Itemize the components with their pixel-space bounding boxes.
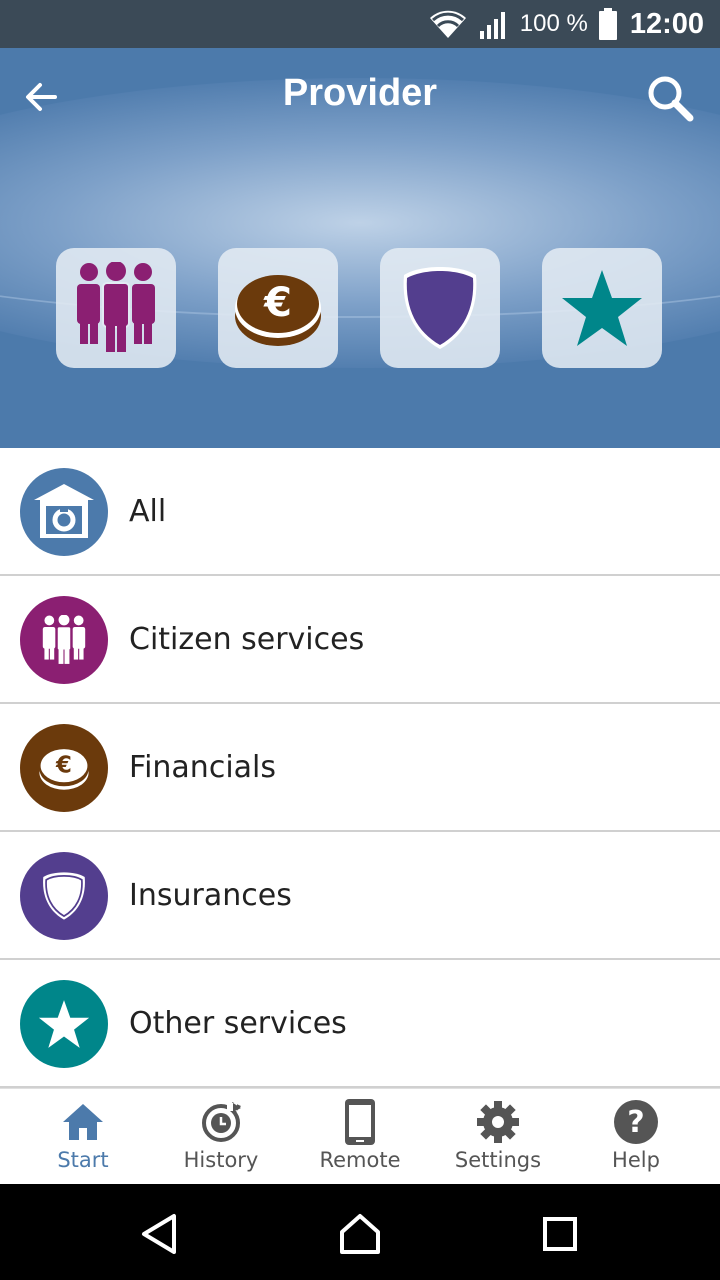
wifi-icon bbox=[428, 8, 468, 40]
tile-financials[interactable]: € bbox=[218, 248, 338, 368]
nav-label: Settings bbox=[454, 1148, 542, 1172]
history-icon bbox=[198, 1099, 244, 1145]
triangle-back-icon bbox=[142, 1214, 176, 1254]
nav-start[interactable]: Start bbox=[14, 1089, 152, 1185]
battery-icon bbox=[598, 8, 618, 40]
svg-text:€: € bbox=[263, 280, 292, 326]
signal-icon bbox=[478, 9, 510, 39]
tile-other-services[interactable] bbox=[542, 248, 662, 368]
gear-icon bbox=[475, 1099, 521, 1145]
citizen-services-icon bbox=[20, 596, 108, 684]
system-home-button[interactable] bbox=[338, 1212, 382, 1256]
page-title: Provider bbox=[282, 72, 438, 114]
list-item-financials[interactable]: € Financials bbox=[0, 704, 720, 832]
nav-settings[interactable]: Settings bbox=[429, 1089, 567, 1185]
battery-percentage: 100 % bbox=[519, 10, 588, 37]
tile-insurances[interactable] bbox=[380, 248, 500, 368]
header-banner: Provider € bbox=[0, 48, 720, 448]
list-item-other-services[interactable]: Other services bbox=[0, 960, 720, 1088]
citizen-services-icon bbox=[77, 262, 155, 352]
status-bar: 100 % 12:00 bbox=[0, 0, 720, 48]
provider-category-list: All Citizen services € Financials Insura… bbox=[0, 448, 720, 1088]
star-icon bbox=[20, 980, 108, 1068]
svg-text:?: ? bbox=[627, 1105, 644, 1140]
euro-coin-icon: € bbox=[20, 724, 108, 812]
nav-label: History bbox=[183, 1148, 259, 1172]
system-recents-button[interactable] bbox=[538, 1212, 582, 1256]
bottom-navigation: Start History Remote Settings ? Help bbox=[0, 1088, 720, 1184]
shield-icon bbox=[403, 267, 477, 349]
home-icon bbox=[60, 1099, 106, 1145]
list-item-label: Citizen services bbox=[129, 622, 365, 657]
system-navigation-bar bbox=[0, 1184, 720, 1280]
status-clock: 12:00 bbox=[629, 7, 704, 40]
search-icon bbox=[648, 76, 694, 122]
help-icon: ? bbox=[613, 1099, 659, 1145]
list-item-label: Other services bbox=[129, 1006, 347, 1041]
back-button[interactable] bbox=[18, 74, 64, 120]
nav-help[interactable]: ? Help bbox=[567, 1089, 705, 1185]
list-item-all[interactable]: All bbox=[0, 448, 720, 576]
nav-label: Remote bbox=[319, 1148, 401, 1172]
list-item-label: Insurances bbox=[129, 878, 292, 913]
system-back-button[interactable] bbox=[138, 1212, 182, 1256]
list-item-insurances[interactable]: Insurances bbox=[0, 832, 720, 960]
house-outline-icon bbox=[340, 1214, 380, 1254]
nav-label: Help bbox=[612, 1148, 660, 1172]
arrow-left-icon bbox=[26, 83, 57, 111]
nav-remote[interactable]: Remote bbox=[291, 1089, 429, 1185]
star-icon bbox=[562, 270, 642, 346]
square-recents-icon bbox=[543, 1217, 577, 1251]
all-providers-icon bbox=[20, 468, 108, 556]
list-item-label: Financials bbox=[129, 750, 276, 785]
shield-icon bbox=[20, 852, 108, 940]
category-tiles: € bbox=[0, 248, 720, 368]
search-button[interactable] bbox=[642, 70, 698, 126]
svg-text:€: € bbox=[55, 753, 72, 779]
list-item-label: All bbox=[129, 494, 167, 529]
tile-citizen-services[interactable] bbox=[56, 248, 176, 368]
phone-icon bbox=[337, 1099, 383, 1145]
nav-label: Start bbox=[57, 1148, 109, 1172]
nav-history[interactable]: History bbox=[152, 1089, 290, 1185]
list-item-citizen-services[interactable]: Citizen services bbox=[0, 576, 720, 704]
euro-coin-icon: € bbox=[235, 275, 321, 346]
